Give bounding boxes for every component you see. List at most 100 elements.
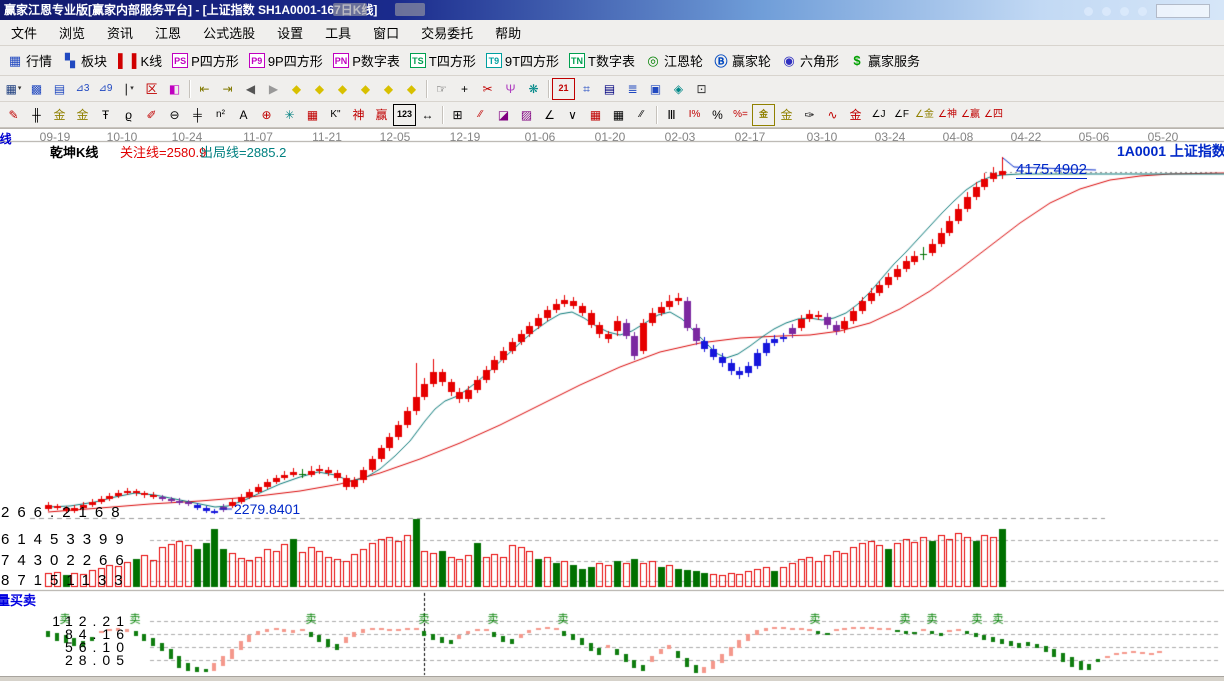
spiral-tool[interactable]: ϱ (117, 104, 140, 126)
circle-cross-tool[interactable]: ⊖ (163, 104, 186, 126)
candle-brush-tool[interactable]: ✑ (798, 104, 821, 126)
layout-dropdown[interactable]: ▦ ▾ (2, 78, 25, 100)
diamond-horizontal[interactable]: ◆ (331, 78, 354, 100)
box-frame-tool[interactable]: ⊞ (446, 104, 469, 126)
window-controls[interactable] (1084, 4, 1210, 18)
hexagon-button[interactable]: ◉ 六角形 (776, 51, 844, 70)
candle-style-dropdown[interactable]: ∣ ▾ (117, 78, 140, 100)
window-button-icon[interactable] (1120, 6, 1129, 16)
shen-grid-tool[interactable]: 神 (347, 104, 370, 126)
pct-tool[interactable]: % (706, 104, 729, 126)
chart-canvas[interactable] (0, 129, 1224, 677)
diamond-right[interactable]: ◆ (308, 78, 331, 100)
calculator-icon[interactable]: ⌗ (575, 78, 598, 100)
wave-red-tool[interactable]: ∿ (821, 104, 844, 126)
menu-help[interactable]: 帮助 (484, 23, 532, 42)
crosshair-tool[interactable]: + (453, 78, 476, 100)
9p-square-button[interactable]: P9 9P四方形 (244, 51, 328, 70)
gold-circle-tool[interactable]: 金 (752, 103, 775, 126)
kline-button[interactable]: ▌▐ K线 (112, 51, 167, 70)
angle-j-tool[interactable]: ∠J (867, 104, 890, 126)
grid-123-tool[interactable]: 123 (393, 103, 416, 126)
width-arrow-tool[interactable]: ↔ (416, 104, 439, 126)
window-button-icon[interactable] (1102, 6, 1111, 16)
menu-tools[interactable]: 工具 (314, 23, 362, 42)
pct-lines-tool[interactable]: %= (729, 104, 752, 126)
go-last-button[interactable]: ⇥ (216, 78, 239, 100)
rocket-tool[interactable]: ✐ (140, 104, 163, 126)
f-line-tool[interactable]: Ŧ (94, 104, 117, 126)
winner-service-button[interactable]: $ 赢家服务 (844, 51, 925, 70)
notes-icon[interactable]: ≣ (621, 78, 644, 100)
sectors-button[interactable]: ▚ 板块 (57, 51, 112, 70)
angle-gold-tool[interactable]: ∠金 (913, 104, 936, 126)
menu-file[interactable]: 文件 (0, 23, 48, 42)
angle-f-tool[interactable]: ∠F (890, 104, 913, 126)
pct-frame-tool[interactable]: Ⅰ% (683, 104, 706, 126)
next-button[interactable]: ▶ (262, 78, 285, 100)
window-button-icon[interactable] (1138, 6, 1147, 16)
target-red-tool[interactable]: ⊕ (255, 104, 278, 126)
window-button-group[interactable] (1156, 4, 1210, 18)
angle-tool[interactable]: ∠ (538, 104, 561, 126)
ying-grid-tool[interactable]: 赢 (370, 104, 393, 126)
go-first-button[interactable]: ⇤ (193, 78, 216, 100)
print-button[interactable]: ⊡ (690, 78, 713, 100)
grid-red-tool[interactable]: ▦ (584, 104, 607, 126)
prev-button[interactable]: ◀ (239, 78, 262, 100)
9t-square-button[interactable]: T9 9T四方形 (481, 51, 564, 70)
quotes-button[interactable]: ▦ 行情 (2, 51, 57, 70)
gann-wheel-button[interactable]: ◎ 江恩轮 (640, 51, 708, 70)
p-number-table-button[interactable]: PN P数字表 (328, 51, 405, 70)
web-grid-tool[interactable]: ✳ (278, 104, 301, 126)
bars-3-icon[interactable]: ⊿3 (71, 78, 94, 100)
save-as-button[interactable]: ◈ (667, 78, 690, 100)
angle-shen-tool[interactable]: ∠神 (936, 104, 959, 126)
wave-check-tool[interactable]: ∨ (561, 104, 584, 126)
winner-wheel-button[interactable]: Ⓑ 赢家轮 (708, 51, 776, 70)
fan-lines-tool[interactable]: ▨ (515, 104, 538, 126)
bars-9-icon[interactable]: ⊿9 (94, 78, 117, 100)
n-squared-tool[interactable]: n² (209, 104, 232, 126)
grid-black-tool[interactable]: ▦ (607, 104, 630, 126)
fan-box-tool[interactable]: ◪ (492, 104, 515, 126)
hand-tool[interactable]: ☞ (430, 78, 453, 100)
hatch-tool[interactable]: ∕∕ (630, 104, 653, 126)
region-red-icon[interactable]: 区 (140, 78, 163, 100)
angle-ying-tool[interactable]: ∠赢 (959, 104, 982, 126)
box-target-tool[interactable]: ▦ (301, 104, 324, 126)
t-number-table-button[interactable]: TN T数字表 (564, 51, 640, 70)
a-angle-tool[interactable]: A (232, 104, 255, 126)
bars-tool[interactable]: Ⅲ (660, 104, 683, 126)
fan-red-tool[interactable]: ∕∕ (469, 104, 492, 126)
figure-tool[interactable]: Ψ (499, 78, 522, 100)
menu-formula-stock-pick[interactable]: 公式选股 (192, 23, 266, 42)
map-tool[interactable]: ❋ (522, 78, 545, 100)
menu-window[interactable]: 窗口 (362, 23, 410, 42)
menu-news[interactable]: 资讯 (96, 23, 144, 42)
menu-trade-entrust[interactable]: 交易委托 (410, 23, 484, 42)
calendar-21-icon[interactable]: 21 (552, 77, 575, 100)
window-button-icon[interactable] (1084, 6, 1093, 16)
cut-tool[interactable]: ✂ (476, 78, 499, 100)
region-icon[interactable]: ▩ (25, 78, 48, 100)
diamond-left[interactable]: ◆ (285, 78, 308, 100)
report-icon[interactable]: ▤ (598, 78, 621, 100)
gann-gold-line-1[interactable]: 金 (48, 104, 71, 126)
menu-gann[interactable]: 江恩 (144, 23, 192, 42)
save-button[interactable]: ▣ (644, 78, 667, 100)
angle-si-tool[interactable]: ∠四 (982, 104, 1005, 126)
p-square-button[interactable]: PS P四方形 (167, 51, 244, 70)
diamond-all[interactable]: ◆ (400, 78, 423, 100)
menu-browse[interactable]: 浏览 (48, 23, 96, 42)
diamond-vertical[interactable]: ◆ (354, 78, 377, 100)
grid-lines-tool[interactable]: ╫ (25, 104, 48, 126)
gold-lines-tool[interactable]: 金 (775, 104, 798, 126)
ruler-ticks-tool[interactable]: ╪ (186, 104, 209, 126)
t-square-button[interactable]: TS T四方形 (405, 51, 481, 70)
diamond-cross[interactable]: ◆ (377, 78, 400, 100)
gann-gold-line-2[interactable]: 金 (71, 104, 94, 126)
k-quote-tool[interactable]: K" (324, 104, 347, 126)
color-chart-icon[interactable]: ◧ (163, 78, 186, 100)
gold-red-tool[interactable]: 金 (844, 104, 867, 126)
